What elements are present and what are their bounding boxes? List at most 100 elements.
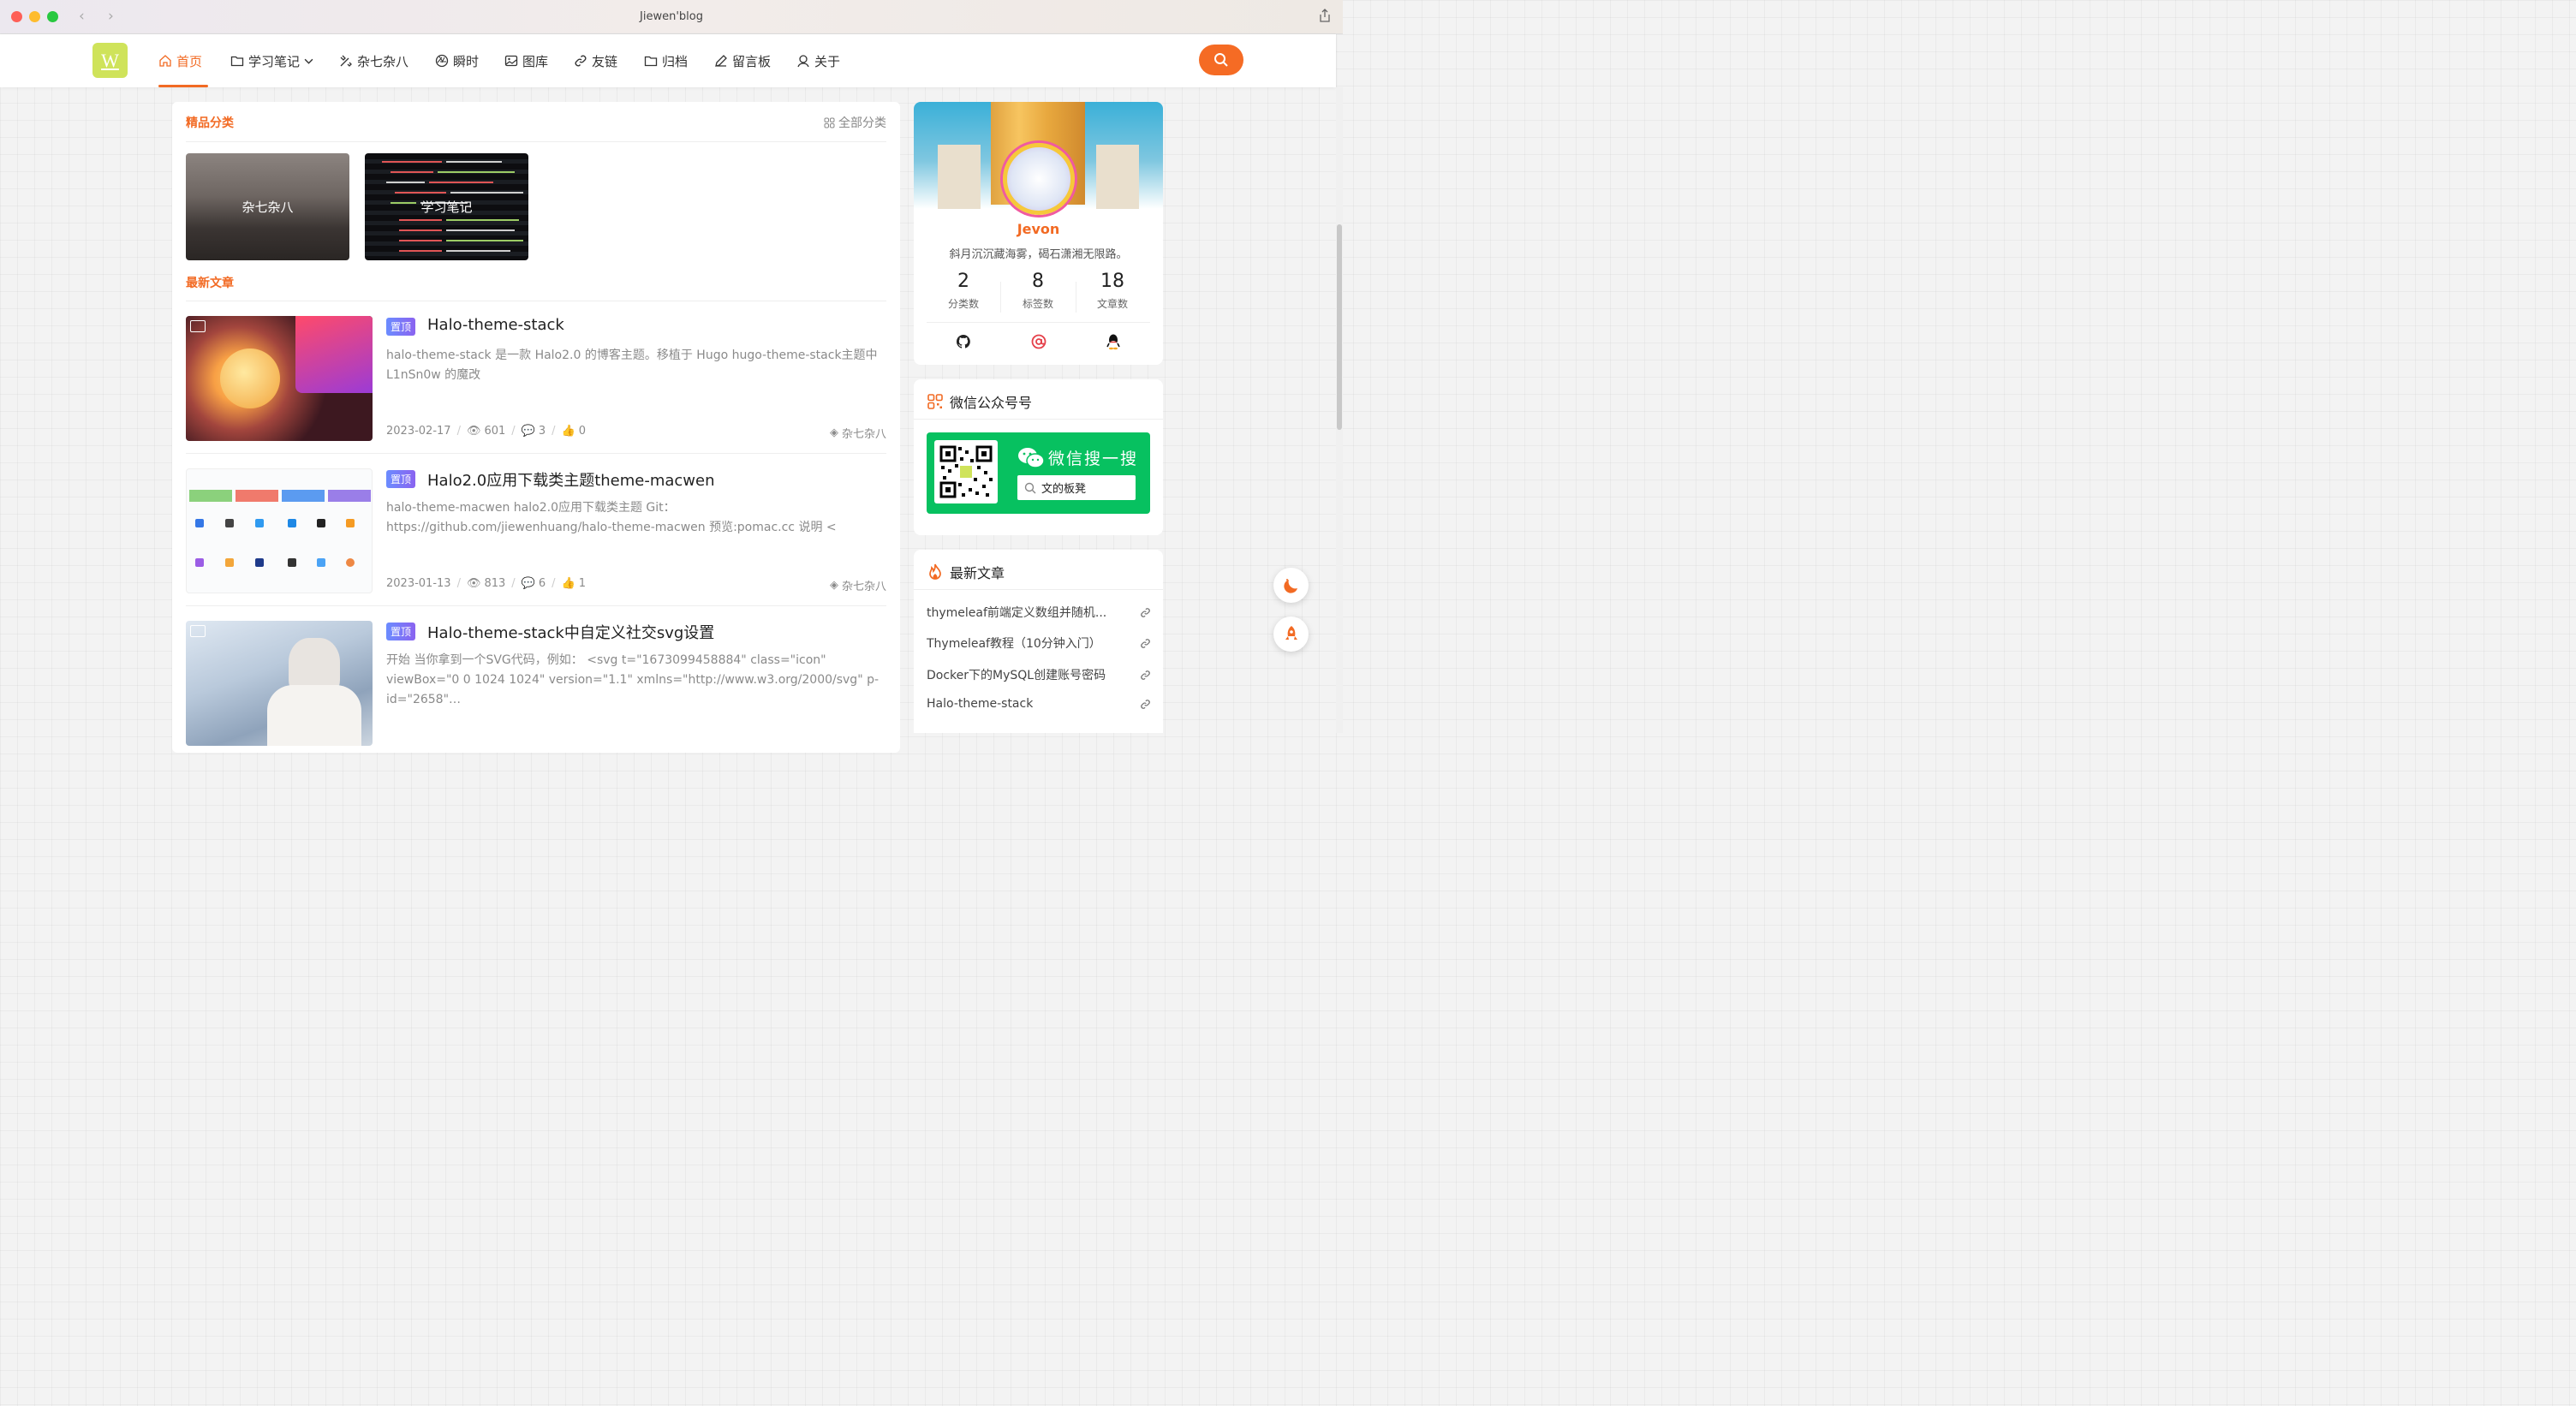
nav-item-friend-links[interactable]: 友链 [574, 34, 617, 87]
article-category[interactable]: ◈ 杂七杂八 [830, 425, 886, 441]
article-date: 2023-02-17 [386, 425, 451, 438]
featured-categories-heading: 精品分类 [186, 116, 234, 130]
stat-tags[interactable]: 8 标签数 [999, 271, 1076, 311]
wechat-widget-header: 微信公众号号 [927, 391, 1032, 412]
like-count: 0 [578, 425, 587, 438]
nav-item-guestbook[interactable]: 留言板 [714, 34, 771, 87]
image-icon [190, 625, 206, 637]
category-card-misc[interactable]: 杂七杂八 [186, 153, 349, 260]
avatar[interactable] [1003, 143, 1075, 215]
github-icon[interactable] [956, 334, 971, 349]
recent-posts-widget: 最新文章 thymeleaf前端定义数组并随机... Thymeleaf教程（1… [914, 550, 1163, 733]
wechat-search-title: 微信搜一搜 [1048, 450, 1139, 468]
share-icon[interactable] [1319, 9, 1331, 22]
nav-item-study-notes[interactable]: 学习笔记 [230, 34, 313, 87]
stat-categories[interactable]: 2 分类数 [925, 271, 1002, 311]
article-title[interactable]: Halo2.0应用下载类主题theme-macwen [427, 468, 715, 491]
recent-post-item[interactable]: Halo-theme-stack [927, 697, 1151, 711]
comment-icon: 💬 [521, 577, 535, 590]
thumbs-up-icon: 👍 [561, 577, 575, 590]
article-date: 2023-01-13 [386, 577, 451, 590]
article-title[interactable]: Halo-theme-stack中自定义社交svg设置 [427, 621, 714, 643]
nav-item-moments[interactable]: 瞬时 [435, 34, 479, 87]
article-excerpt: halo-theme-macwen halo2.0应用下载类主题 Git：htt… [386, 501, 837, 534]
wechat-search-box[interactable]: 文的板凳 [1017, 475, 1136, 500]
recent-post-item[interactable]: Thymeleaf教程（10分钟入门） [927, 634, 1151, 652]
pinned-badge: 置顶 [386, 318, 416, 336]
article-excerpt: halo-theme-stack 是一款 Halo2.0 的博客主题。移植于 H… [386, 349, 878, 382]
nav-item-misc[interactable]: 杂七杂八 [339, 34, 408, 87]
article-excerpt: 开始 当你拿到一个SVG代码，例如： <svg t="1673099458884… [386, 653, 880, 706]
qr-code [934, 440, 998, 503]
nav-item-label: 留言板 [732, 53, 772, 69]
lamp-image [220, 349, 280, 408]
stat-label: 标签数 [1022, 298, 1053, 310]
recent-post-title: Thymeleaf教程（10分钟入门） [927, 637, 1101, 651]
nav-item-about[interactable]: 关于 [796, 34, 840, 87]
article-title[interactable]: Halo-theme-stack [427, 316, 564, 334]
view-count: 601 [484, 425, 506, 438]
active-tab-indicator [158, 85, 208, 87]
qq-icon[interactable] [1106, 333, 1121, 350]
wechat-icon [1018, 448, 1045, 468]
link-icon [575, 55, 587, 67]
email-icon[interactable] [1031, 334, 1046, 349]
comment-count: 6 [538, 577, 546, 590]
article-thumbnail[interactable] [186, 316, 373, 441]
wechat-widget: 微信公众号号 微信搜一搜 文的板凳 [914, 379, 1163, 535]
article-item[interactable]: 置顶 Halo-theme-stack中自定义社交svg设置 开始 当你拿到一个… [186, 621, 886, 746]
article-thumbnail[interactable] [186, 468, 373, 593]
moon-icon [1283, 578, 1297, 593]
nav-item-archive[interactable]: 归档 [644, 34, 688, 87]
wechat-search-banner[interactable]: 微信搜一搜 文的板凳 [927, 432, 1150, 514]
article-thumbnail[interactable] [186, 621, 373, 746]
qr-code-image [939, 445, 993, 498]
divider [914, 589, 1163, 590]
nav-item-home[interactable]: 首页 [158, 34, 208, 87]
all-categories-label: 全部分类 [838, 116, 886, 130]
search-button[interactable] [1199, 45, 1243, 75]
stat-label: 文章数 [1096, 298, 1128, 310]
search-icon [1214, 53, 1228, 67]
comment-count: 3 [538, 425, 546, 438]
nav-item-gallery[interactable]: 图库 [504, 34, 548, 87]
stat-articles[interactable]: 18 文章数 [1074, 271, 1151, 311]
category-card-study-notes[interactable]: 学习笔记 [365, 153, 528, 260]
category-label: 杂七杂八 [841, 581, 886, 593]
link-icon [1141, 699, 1150, 709]
site-logo[interactable]: W [92, 43, 128, 78]
qrcode-icon [927, 394, 943, 409]
category-card-label: 杂七杂八 [242, 200, 294, 215]
recent-post-item[interactable]: Docker下的MySQL创建账号密码 [927, 666, 1151, 683]
article-item[interactable]: 置顶 Halo2.0应用下载类主题theme-macwen halo-theme… [186, 468, 886, 593]
nav-item-label: 图库 [522, 53, 549, 69]
folder-icon [230, 56, 244, 67]
wechat-search-value: 文的板凳 [1041, 483, 1087, 496]
all-categories-link[interactable]: 全部分类 [824, 114, 886, 131]
scrollbar-thumb[interactable] [1337, 224, 1342, 430]
back-to-top-button[interactable] [1273, 617, 1309, 652]
stat-value: 2 [957, 271, 969, 292]
recent-post-title: thymeleaf前端定义数组并随机... [927, 606, 1107, 620]
category-card-label: 学习笔记 [420, 200, 473, 215]
top-navbar: W 首页 学习笔记 杂七杂八 瞬时 图库 友链 归档 留言板 关于 [0, 34, 1336, 87]
article-category[interactable]: ◈ 杂七杂八 [830, 577, 886, 593]
dark-mode-toggle[interactable] [1273, 568, 1309, 603]
recent-post-item[interactable]: thymeleaf前端定义数组并随机... [927, 604, 1151, 621]
building-left-image [938, 145, 981, 209]
stat-value: 18 [1100, 271, 1124, 292]
link-icon [1141, 638, 1150, 648]
stat-label: 分类数 [947, 298, 979, 310]
image-icon [504, 55, 518, 67]
article-item[interactable]: 置顶 Halo-theme-stack halo-theme-stack 是一款… [186, 316, 886, 441]
grid-icon [824, 117, 835, 128]
tile-purple [328, 490, 371, 502]
widget-title: 最新文章 [950, 565, 1005, 581]
divider [186, 141, 886, 142]
pen-icon [715, 55, 727, 67]
widget-title: 微信公众号号 [950, 395, 1033, 411]
stat-value: 8 [1032, 271, 1044, 292]
fire-icon [929, 563, 941, 580]
view-count: 813 [484, 577, 506, 590]
article-meta: 2023-01-13/ 👁 813/ 💬 6/ 👍 1 [386, 577, 587, 590]
